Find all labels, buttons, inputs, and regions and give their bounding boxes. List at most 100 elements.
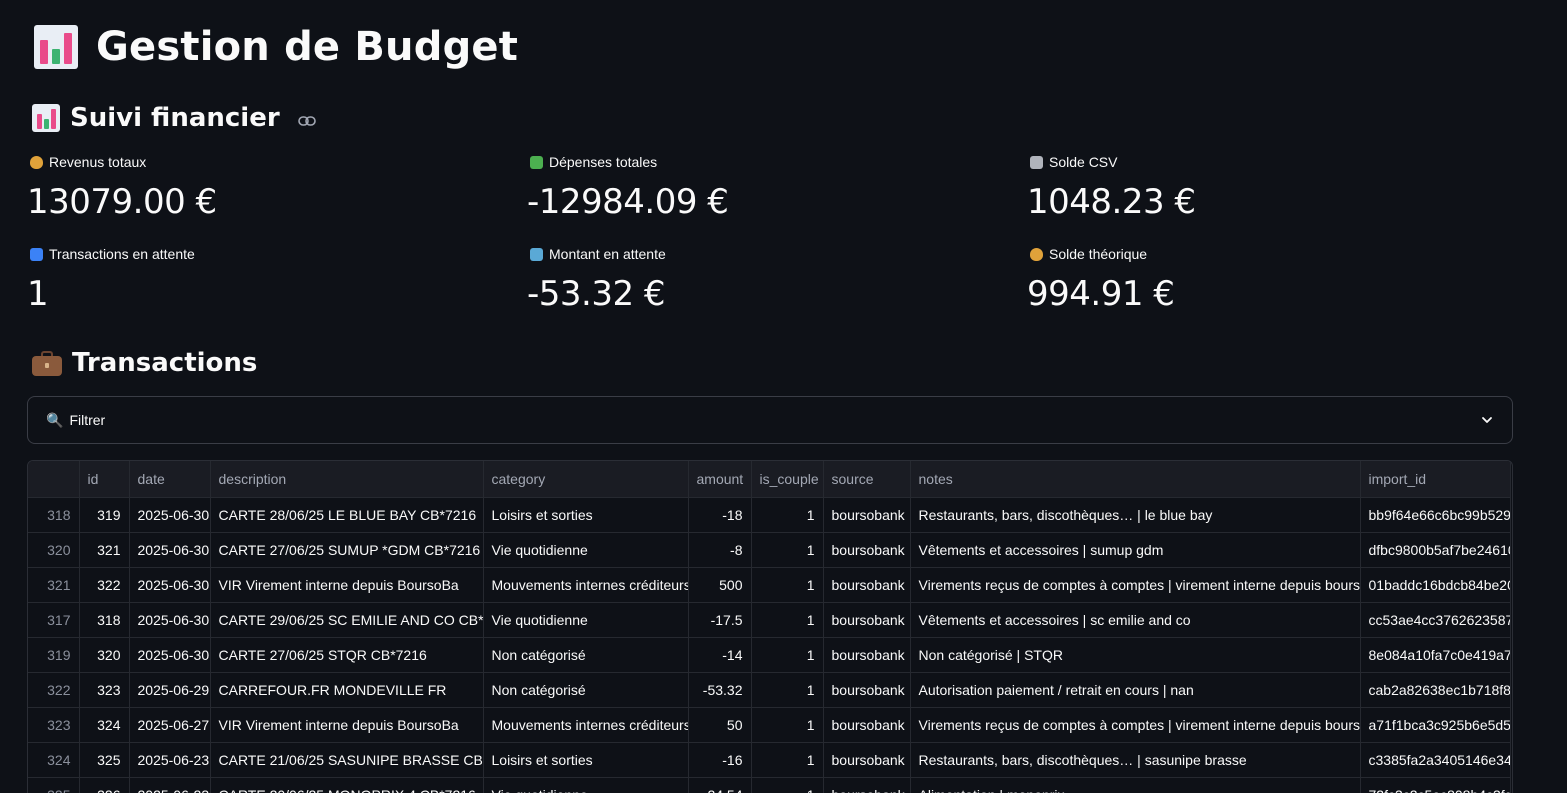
- amount-cell[interactable]: 50: [688, 707, 752, 743]
- table-row[interactable]: 324 325 2025-06-23 CARTE 21/06/25 SASUNIPE …: [28, 742, 1511, 778]
- link-icon[interactable]: [297, 116, 316, 126]
- row-index-cell[interactable]: 319: [28, 637, 80, 673]
- row-index-cell[interactable]: 325: [28, 777, 80, 793]
- notes-cell[interactable]: Virements reçus de comptes à comptes | v…: [910, 707, 1361, 743]
- column-header-date[interactable]: date: [129, 461, 211, 498]
- table-row[interactable]: 319 320 2025-06-30 CARTE 27/06/25 STQR CB*7…: [28, 637, 1511, 673]
- source-cell[interactable]: boursobank: [823, 637, 911, 673]
- category-cell[interactable]: Loisirs et sorties: [483, 497, 689, 533]
- date-cell[interactable]: 2025-06-30: [129, 637, 211, 673]
- description-cell[interactable]: VIR Virement interne depuis BoursoBa: [210, 707, 484, 743]
- table-row[interactable]: 318 319 2025-06-30 CARTE 28/06/25 LE BLUE B…: [28, 497, 1511, 533]
- category-cell[interactable]: Vie quotidienne: [483, 777, 689, 793]
- id-cell[interactable]: 324: [79, 707, 130, 743]
- chevron-down-icon[interactable]: [1480, 413, 1494, 427]
- is-couple-cell[interactable]: 1: [751, 742, 824, 778]
- id-cell[interactable]: 323: [79, 672, 130, 708]
- amount-cell[interactable]: -14: [688, 637, 752, 673]
- source-cell[interactable]: boursobank: [823, 602, 911, 638]
- row-index-cell[interactable]: 323: [28, 707, 80, 743]
- category-cell[interactable]: Mouvements internes créditeurs: [483, 567, 689, 603]
- category-cell[interactable]: Non catégorisé: [483, 637, 689, 673]
- notes-cell[interactable]: Alimentation | monoprix: [910, 777, 1361, 793]
- description-cell[interactable]: CARTE 28/06/25 LE BLUE BAY CB*7216: [210, 497, 484, 533]
- column-header-id[interactable]: id: [79, 461, 130, 498]
- import-id-cell[interactable]: bb9f64e66c6bc99b529e7: [1360, 497, 1511, 533]
- amount-cell[interactable]: -53.32: [688, 672, 752, 708]
- amount-cell[interactable]: -17.5: [688, 602, 752, 638]
- is-couple-cell[interactable]: 1: [751, 672, 824, 708]
- row-index-cell[interactable]: 324: [28, 742, 80, 778]
- is-couple-cell[interactable]: 1: [751, 637, 824, 673]
- date-cell[interactable]: 2025-06-29: [129, 672, 211, 708]
- row-index-cell[interactable]: 320: [28, 532, 80, 568]
- description-cell[interactable]: VIR Virement interne depuis BoursoBa: [210, 567, 484, 603]
- notes-cell[interactable]: Virements reçus de comptes à comptes | v…: [910, 567, 1361, 603]
- date-cell[interactable]: 2025-06-30: [129, 567, 211, 603]
- is-couple-cell[interactable]: 1: [751, 602, 824, 638]
- category-cell[interactable]: Vie quotidienne: [483, 602, 689, 638]
- source-cell[interactable]: boursobank: [823, 532, 911, 568]
- row-index-cell[interactable]: 321: [28, 567, 80, 603]
- source-cell[interactable]: boursobank: [823, 497, 911, 533]
- description-cell[interactable]: CARTE 21/06/25 SASUNIPE BRASSE CB*7216: [210, 742, 484, 778]
- column-header-source[interactable]: source: [823, 461, 911, 498]
- source-cell[interactable]: boursobank: [823, 567, 911, 603]
- import-id-cell[interactable]: a71f1bca3c925b6e5d5d9: [1360, 707, 1511, 743]
- column-header[interactable]: [28, 461, 80, 498]
- date-cell[interactable]: 2025-06-27: [129, 707, 211, 743]
- table-row[interactable]: 3253262025-06-23CARTE 20/06/25 MONOPRIX …: [28, 777, 1511, 793]
- id-cell[interactable]: 319: [79, 497, 130, 533]
- notes-cell[interactable]: Autorisation paiement / retrait en cours…: [910, 672, 1361, 708]
- import-id-cell[interactable]: 8e084a10fa7c0e419a715: [1360, 637, 1511, 673]
- is-couple-cell[interactable]: 1: [751, 532, 824, 568]
- description-cell[interactable]: CARREFOUR.FR MONDEVILLE FR: [210, 672, 484, 708]
- description-cell[interactable]: CARTE 20/06/25 MONOPRIX 4 CB*7216: [210, 777, 484, 793]
- notes-cell[interactable]: Restaurants, bars, discothèques… | sasun…: [910, 742, 1361, 778]
- is-couple-cell[interactable]: 1: [751, 567, 824, 603]
- id-cell[interactable]: 320: [79, 637, 130, 673]
- table-row[interactable]: 322 323 2025-06-29 CARREFOUR.FR MONDEVILLE …: [28, 672, 1511, 708]
- column-header-description[interactable]: description: [210, 461, 484, 498]
- is-couple-cell[interactable]: 1: [751, 777, 824, 793]
- description-cell[interactable]: CARTE 27/06/25 SUMUP *GDM CB*7216: [210, 532, 484, 568]
- filter-expander[interactable]: 🔍 Filtrer: [27, 396, 1513, 444]
- source-cell[interactable]: boursobank: [823, 672, 911, 708]
- date-cell[interactable]: 2025-06-23: [129, 777, 211, 793]
- import-id-cell[interactable]: 01baddc16bdcb84be200: [1360, 567, 1511, 603]
- amount-cell[interactable]: -16: [688, 742, 752, 778]
- source-cell[interactable]: boursobank: [823, 777, 911, 793]
- column-header-notes[interactable]: notes: [910, 461, 1361, 498]
- category-cell[interactable]: Mouvements internes créditeurs: [483, 707, 689, 743]
- source-cell[interactable]: boursobank: [823, 707, 911, 743]
- row-index-cell[interactable]: 317: [28, 602, 80, 638]
- table-row[interactable]: 323 324 2025-06-27 VIR Virement interne dep…: [28, 707, 1511, 743]
- table-row[interactable]: 317 318 2025-06-30 CARTE 29/06/25 SC EMILIE…: [28, 602, 1511, 638]
- notes-cell[interactable]: Non catégorisé | STQR: [910, 637, 1361, 673]
- import-id-cell[interactable]: cc53ae4cc376262358703: [1360, 602, 1511, 638]
- id-cell[interactable]: 326: [79, 777, 130, 793]
- table-row[interactable]: 320 321 2025-06-30 CARTE 27/06/25 SUMUP *GD…: [28, 532, 1511, 568]
- notes-cell[interactable]: Restaurants, bars, discothèques… | le bl…: [910, 497, 1361, 533]
- import-id-cell[interactable]: cab2a82638ec1b718f83c: [1360, 672, 1511, 708]
- id-cell[interactable]: 325: [79, 742, 130, 778]
- import-id-cell[interactable]: c3385fa2a3405146e347f: [1360, 742, 1511, 778]
- row-index-cell[interactable]: 322: [28, 672, 80, 708]
- column-header-category[interactable]: category: [483, 461, 689, 498]
- is-couple-cell[interactable]: 1: [751, 707, 824, 743]
- amount-cell[interactable]: -8: [688, 532, 752, 568]
- column-header-amount[interactable]: amount: [688, 461, 752, 498]
- amount-cell[interactable]: 500: [688, 567, 752, 603]
- category-cell[interactable]: Non catégorisé: [483, 672, 689, 708]
- column-header-is-couple[interactable]: is_couple: [751, 461, 824, 498]
- date-cell[interactable]: 2025-06-23: [129, 742, 211, 778]
- description-cell[interactable]: CARTE 29/06/25 SC EMILIE AND CO CB*3826: [210, 602, 484, 638]
- category-cell[interactable]: Loisirs et sorties: [483, 742, 689, 778]
- row-index-cell[interactable]: 318: [28, 497, 80, 533]
- transactions-table[interactable]: id date description category amount is_c…: [27, 460, 1513, 793]
- import-id-cell[interactable]: 72fc3c2c5ec808b4c3fdd: [1360, 777, 1511, 793]
- category-cell[interactable]: Vie quotidienne: [483, 532, 689, 568]
- id-cell[interactable]: 321: [79, 532, 130, 568]
- notes-cell[interactable]: Vêtements et accessoires | sumup gdm: [910, 532, 1361, 568]
- import-id-cell[interactable]: dfbc9800b5af7be24610f: [1360, 532, 1511, 568]
